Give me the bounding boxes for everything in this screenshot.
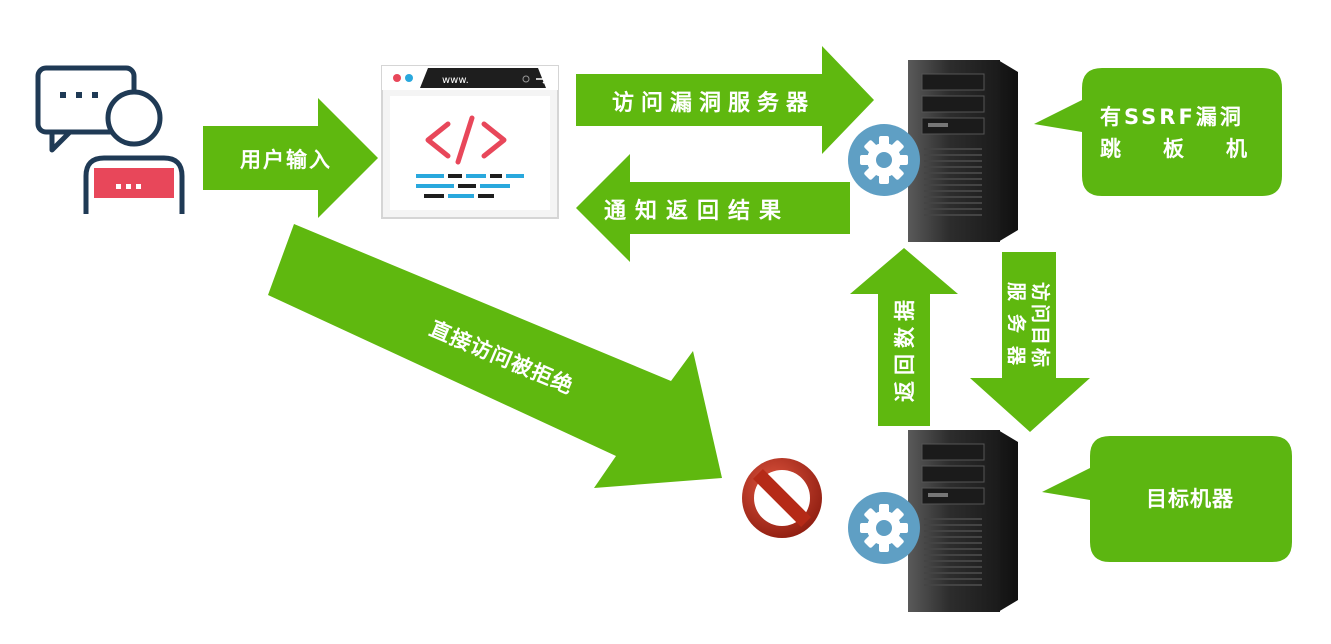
forbidden-icon [742, 458, 822, 538]
callout-target: 目标机器 [1146, 487, 1234, 511]
server-icon [908, 430, 1018, 612]
user-chat-icon [35, 65, 185, 214]
callout-ssrf-line1: 有SSRF漏洞 [1100, 105, 1244, 129]
label-user-input: 用户输入 [240, 148, 332, 172]
label-return-data: 返回数据 [893, 294, 917, 402]
label-visit-target-line2: 服务器 [1005, 282, 1028, 378]
label-notify-result: 通知返回结果 [604, 198, 790, 224]
label-visit-vuln-server: 访问漏洞服务器 [612, 90, 815, 116]
gear-icon [848, 492, 920, 564]
label-visit-target-line1: 访问目标 [1029, 282, 1052, 370]
browser-url: www. [442, 75, 469, 86]
browser-code-icon: www. [381, 65, 559, 219]
ssrf-diagram: www. 用户输入 访问漏洞服务器 通知返回结果 直接访问被拒绝 返回数据 访问… [35, 46, 1292, 612]
callout-ssrf-jump-host [1034, 68, 1282, 196]
callout-ssrf-line2: 跳板机 [1100, 137, 1289, 161]
gear-icon [848, 124, 920, 196]
server-icon [908, 60, 1018, 242]
